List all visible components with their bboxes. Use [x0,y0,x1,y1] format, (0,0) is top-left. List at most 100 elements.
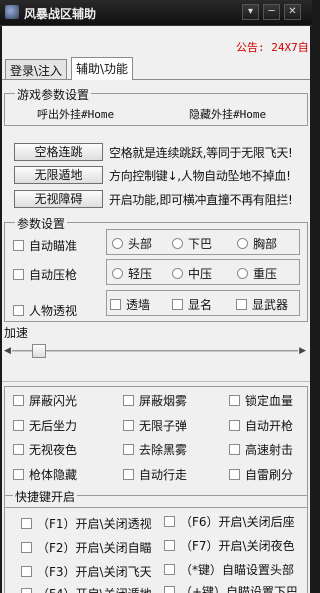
checkbox-box[interactable] [21,566,32,577]
feature-label: 无视夜色 [29,443,78,457]
aim-chin-label: 下巴 [188,237,213,251]
feature-checkbox[interactable]: 无后坐力 [13,417,77,434]
slider-right-arrow-icon[interactable]: ▶ [299,346,306,356]
space-jump-desc: 空格就是连续跳跃,等同于无限飞天! [109,146,293,160]
checkbox-box[interactable] [123,420,134,431]
game-params-title: 游戏参数设置 [15,86,92,103]
feature-checkbox[interactable]: 自雷刷分 [229,466,293,483]
radio-dot[interactable] [172,238,183,249]
checkbox-box[interactable] [229,469,240,480]
auto-aim-checkbox[interactable]: 自动瞄准 [13,237,77,254]
slider-left-arrow-icon[interactable]: ◀ [4,346,11,356]
feature-checkbox[interactable]: 枪体隐藏 [13,466,77,483]
checkbox-box[interactable] [229,420,240,431]
checkbox-box[interactable] [21,518,32,529]
feature-label: 高速射击 [245,443,294,457]
hotkey-checkbox[interactable]: （F3）开启\关闭飞天 [21,563,152,580]
hotkey-label: （F1）开启\关闭透视 [37,517,152,531]
checkbox-box[interactable] [164,586,175,593]
speed-label: 加速 [4,326,29,340]
feature-checkbox[interactable]: 屏蔽烟雾 [123,392,187,409]
hotkey-checkbox[interactable]: （F1）开启\关闭透视 [21,515,152,532]
slider-thumb[interactable] [31,344,46,358]
checkbox-box[interactable] [13,420,24,431]
feature-label: 无后坐力 [29,419,78,433]
feature-checkbox[interactable]: 自动开枪 [229,417,293,434]
title-bar: 风暴战区辅助 ▾ ─ ✕ [0,0,312,26]
radio-dot[interactable] [237,238,248,249]
checkbox-box[interactable] [123,395,134,406]
feature-label: 屏蔽闪光 [29,394,78,408]
hotkey-checkbox[interactable]: （F2）开启\关闭自瞄 [21,539,152,556]
hide-hotkey-label: 隐藏外挂#Home [189,108,267,121]
checkbox-box[interactable] [13,240,24,251]
checkbox-box[interactable] [13,305,24,316]
feature-checkbox[interactable]: 屏蔽闪光 [13,392,77,409]
close-button[interactable]: ✕ [284,4,301,20]
tab-divider [2,79,310,80]
checkbox-box[interactable] [13,444,24,455]
hotkey-label: （+键）自瞄设置下巴 [180,585,299,593]
esp-weapon-checkbox[interactable]: 显武器 [236,296,288,313]
feature-checkbox[interactable]: 无限子弹 [123,417,187,434]
slider-track[interactable] [12,350,298,352]
checkbox-box[interactable] [172,299,183,310]
checkbox-box[interactable] [13,395,24,406]
checkbox-box[interactable] [164,564,175,575]
feature-checkbox[interactable]: 去除黑雾 [123,441,187,458]
recoil-light-radio[interactable]: 轻压 [112,265,152,282]
esp-checkbox[interactable]: 人物透视 [13,302,77,319]
recoil-heavy-radio[interactable]: 重压 [237,265,277,282]
hotkey-checkbox[interactable]: （F6）开启\关闭后座 [164,513,295,530]
recoil-medium-radio[interactable]: 中压 [172,265,212,282]
tab-login-inject[interactable]: 登录\注入 [5,59,68,79]
hotkey-checkbox[interactable]: （F4）开启\关闭遁地 [21,585,152,593]
checkbox-box[interactable] [21,588,32,593]
tab-assist-functions[interactable]: 辅助\功能 [71,57,134,80]
checkbox-box[interactable] [13,469,24,480]
checkbox-box[interactable] [21,542,32,553]
hotkeys-title: 快捷键开启 [13,488,78,505]
aim-chest-radio[interactable]: 胸部 [237,235,277,252]
hotkey-label: （F3）开启\关闭飞天 [37,565,152,579]
hotkey-checkbox[interactable]: （*键）自瞄设置头部 [164,561,294,578]
hotkey-checkbox[interactable]: （+键）自瞄设置下巴 [164,583,298,593]
feature-checkbox[interactable]: 无视夜色 [13,441,77,458]
checkbox-box[interactable] [229,444,240,455]
feature-checkbox[interactable]: 锁定血量 [229,392,293,409]
feature-label: 枪体隐藏 [29,468,78,482]
feature-checkbox[interactable]: 高速射击 [229,441,293,458]
radio-dot[interactable] [172,268,183,279]
hotkey-label: （F4）开启\关闭遁地 [37,585,152,593]
feature-checkbox[interactable]: 自动行走 [123,466,187,483]
aim-head-radio[interactable]: 头部 [112,235,152,252]
minimize-button[interactable]: ─ [263,4,280,20]
infinite-dig-button[interactable]: 无限遁地 [14,166,103,184]
checkbox-box[interactable] [110,299,121,310]
speed-slider[interactable]: ◀ ▶ [4,344,306,358]
esp-name-checkbox[interactable]: 显名 [172,296,212,313]
esp-label: 人物透视 [29,304,78,318]
feature-label: 自动行走 [139,468,188,482]
feature-label: 无限子弹 [139,419,188,433]
checkbox-box[interactable] [123,444,134,455]
checkbox-box[interactable] [164,540,175,551]
esp-wall-checkbox[interactable]: 透墙 [110,296,150,313]
radio-dot[interactable] [112,238,123,249]
menu-button[interactable]: ▾ [242,4,259,20]
space-jump-button[interactable]: 空格连跳 [14,143,103,161]
aim-chin-radio[interactable]: 下巴 [172,235,212,252]
checkbox-box[interactable] [123,469,134,480]
checkbox-box[interactable] [164,516,175,527]
radio-dot[interactable] [237,268,248,279]
radio-dot[interactable] [112,268,123,279]
auto-recoil-checkbox[interactable]: 自动压枪 [13,266,77,283]
auto-recoil-label: 自动压枪 [29,268,78,282]
recoil-light-label: 轻压 [128,267,153,281]
checkbox-box[interactable] [229,395,240,406]
checkbox-box[interactable] [236,299,247,310]
hotkey-label: （F2）开启\关闭自瞄 [37,541,152,555]
checkbox-box[interactable] [13,269,24,280]
hotkey-checkbox[interactable]: （F7）开启\关闭夜色 [164,537,295,554]
ignore-obstacle-button[interactable]: 无视障碍 [14,190,103,208]
